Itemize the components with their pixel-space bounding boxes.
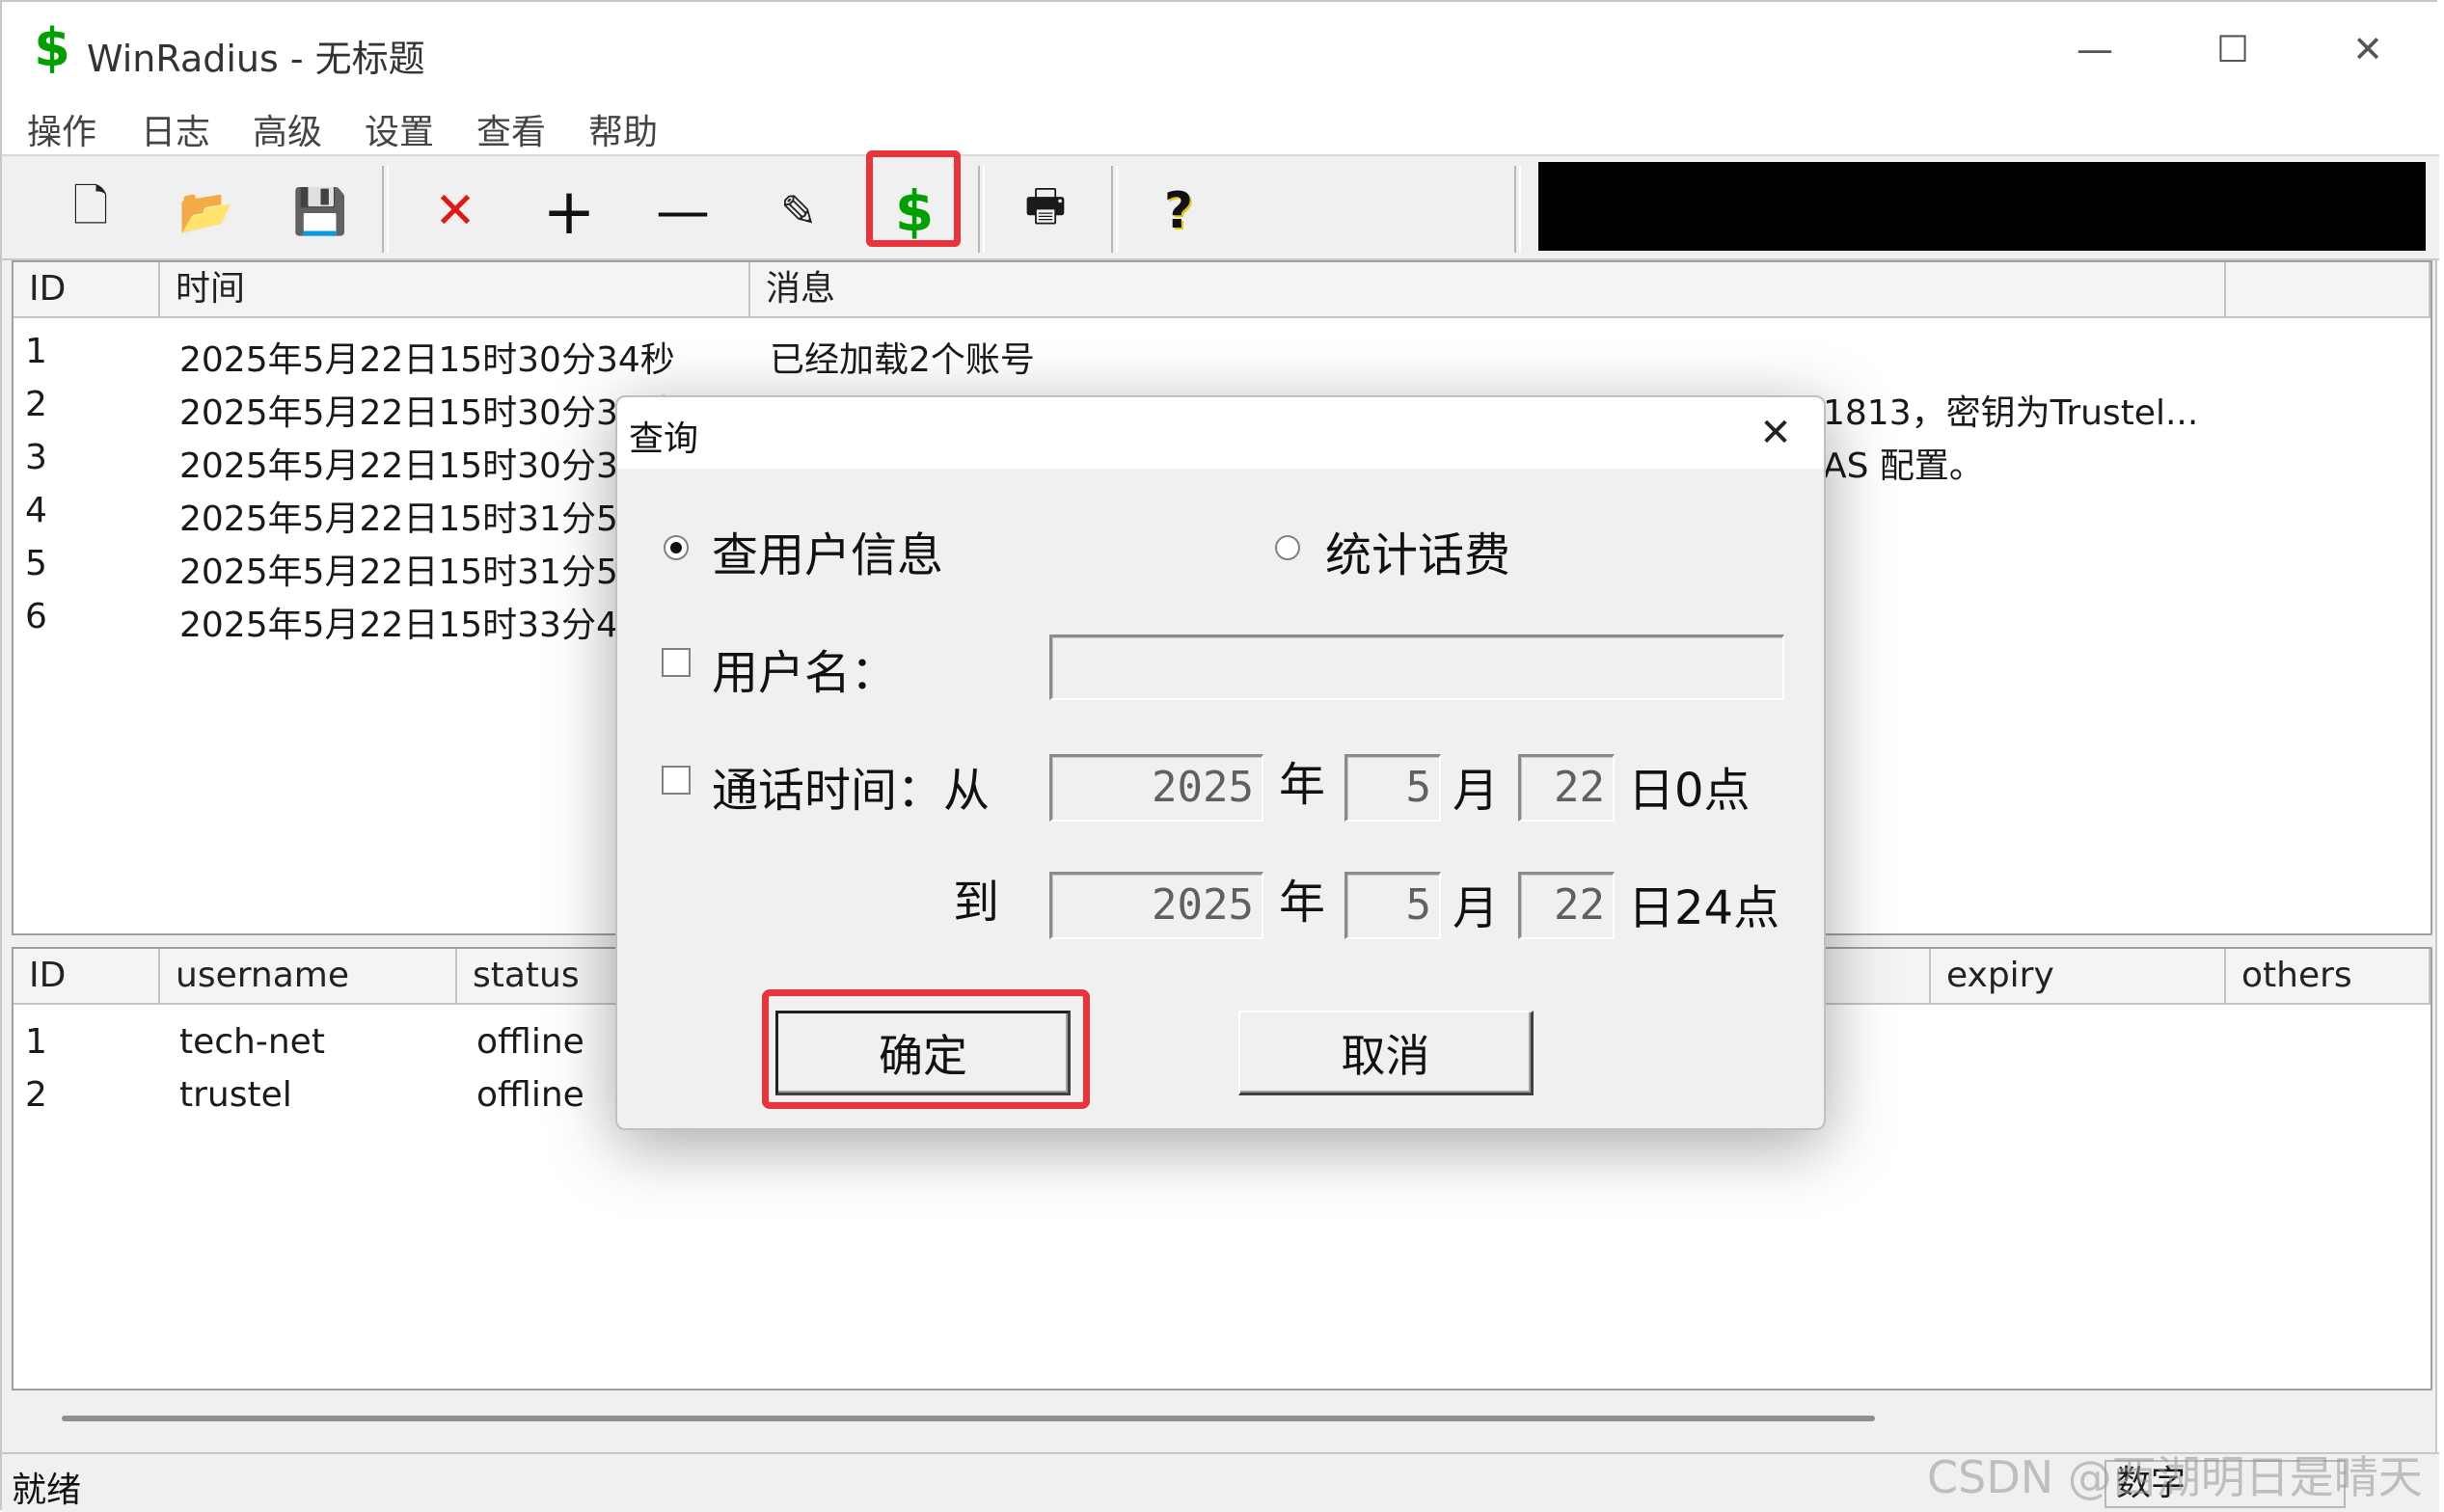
status-text: 就绪 bbox=[12, 1471, 82, 1510]
to-day-input[interactable]: 22 bbox=[1518, 872, 1615, 939]
radio-user-info[interactable] bbox=[664, 535, 689, 560]
log-row-id: 1 bbox=[25, 332, 47, 371]
log-row-id: 5 bbox=[25, 544, 47, 583]
user-header-username[interactable]: username bbox=[160, 949, 457, 1005]
user-header-id[interactable]: ID bbox=[14, 949, 160, 1005]
username-checkbox[interactable] bbox=[662, 648, 691, 677]
horizontal-scrollbar[interactable] bbox=[62, 1416, 1875, 1421]
log-header-message[interactable]: 消息 bbox=[750, 262, 2226, 318]
user-row-status: offline bbox=[476, 1022, 584, 1062]
help-question-icon[interactable]: ? bbox=[1140, 177, 1217, 245]
call-time-checkbox[interactable] bbox=[662, 766, 691, 795]
cancel-button[interactable]: 取消 bbox=[1238, 1011, 1534, 1095]
user-row-status: offline bbox=[476, 1075, 584, 1115]
open-folder-icon[interactable]: 📂 bbox=[168, 177, 245, 245]
toolbar-separator bbox=[1111, 166, 1118, 253]
add-plus-icon[interactable]: + bbox=[530, 175, 608, 249]
toolbar-separator bbox=[1514, 166, 1521, 253]
log-row-time: 2025年5月22日15时31分59 bbox=[179, 500, 640, 539]
to-year-input[interactable]: 2025 bbox=[1049, 872, 1263, 939]
maximize-button[interactable]: ☐ bbox=[2189, 19, 2276, 79]
user-row-id: 1 bbox=[25, 1022, 47, 1062]
radio-stats[interactable] bbox=[1275, 535, 1300, 560]
from-year-input[interactable]: 2025 bbox=[1049, 754, 1263, 822]
dialog-close-button[interactable]: ✕ bbox=[1744, 405, 1807, 461]
edit-note-icon[interactable]: ✎ bbox=[760, 177, 837, 245]
month-unit-label: 月 bbox=[1453, 764, 1500, 818]
menu-bar: 操作 日志 高级 设置 查看 帮助 bbox=[2, 100, 2439, 154]
csdn-watermark: CSDN @西湖明日是晴天 bbox=[1927, 1451, 2423, 1503]
from-day-input[interactable]: 22 bbox=[1518, 754, 1615, 822]
radio-user-info-label[interactable]: 查用户信息 bbox=[712, 517, 943, 584]
log-row-message: 1813，密钥为Trustel... bbox=[1823, 393, 2199, 433]
user-row-username: tech-net bbox=[179, 1022, 325, 1062]
username-input[interactable] bbox=[1049, 634, 1784, 700]
log-row-time: 2025年5月22日15时30分34秒 bbox=[179, 393, 675, 433]
menu-view[interactable]: 查看 bbox=[469, 104, 554, 154]
user-header-expiry[interactable]: expiry bbox=[1931, 949, 2226, 1005]
log-header-time[interactable]: 时间 bbox=[160, 262, 750, 318]
ok-highlight-box bbox=[762, 989, 1090, 1109]
year-unit-label: 年 bbox=[1279, 876, 1326, 930]
new-file-icon[interactable]: 🗋 bbox=[52, 177, 129, 245]
delete-x-icon[interactable]: ✕ bbox=[417, 177, 494, 245]
log-row-time: 2025年5月22日15时30分34 bbox=[179, 446, 640, 486]
user-row-id: 2 bbox=[25, 1075, 47, 1115]
radio-stats-label[interactable]: 统计话费 bbox=[1325, 517, 1510, 584]
toolbar-separator bbox=[382, 166, 389, 253]
toolbar-separator bbox=[978, 166, 985, 253]
dialog-title: 查询 bbox=[629, 419, 699, 459]
to-hour-label: 日24点 bbox=[1628, 881, 1780, 935]
window-title: WinRadius - 无标题 bbox=[87, 38, 425, 80]
log-row-time: 2025年5月22日15时30分34秒 bbox=[179, 340, 675, 380]
log-row-time: 2025年5月22日15时33分45 bbox=[179, 606, 640, 645]
user-row-username: trustel bbox=[179, 1075, 292, 1115]
log-header-spare bbox=[2226, 262, 2430, 318]
toolbar-highlight-box bbox=[866, 150, 961, 247]
from-month-input[interactable]: 5 bbox=[1344, 754, 1441, 822]
log-header-id[interactable]: ID bbox=[14, 262, 160, 318]
log-row-id: 2 bbox=[25, 385, 47, 424]
year-unit-label: 年 bbox=[1279, 758, 1326, 812]
title-bar: $ WinRadius - 无标题 — ☐ ✕ bbox=[2, 2, 2439, 100]
log-row-id: 3 bbox=[25, 438, 47, 477]
call-time-label: 通话时间：从 bbox=[712, 764, 991, 818]
minimize-button[interactable]: — bbox=[2051, 19, 2138, 79]
dollar-app-icon: $ bbox=[34, 17, 70, 78]
radio-selected-dot bbox=[670, 542, 682, 554]
toolbar-black-panel bbox=[1538, 162, 2426, 251]
user-header-others[interactable]: others bbox=[2226, 949, 2430, 1005]
log-row-id: 6 bbox=[25, 597, 47, 636]
menu-operate[interactable]: 操作 bbox=[19, 104, 104, 154]
from-hour-label: 日0点 bbox=[1628, 764, 1751, 818]
log-row-id: 4 bbox=[25, 491, 47, 530]
to-label: 到 bbox=[953, 876, 1000, 930]
log-row-time: 2025年5月22日15时31分59 bbox=[179, 553, 640, 592]
close-button[interactable]: ✕ bbox=[2324, 19, 2411, 79]
log-row-message: AS 配置。 bbox=[1823, 446, 1984, 486]
save-disk-icon[interactable]: 💾 bbox=[282, 177, 359, 245]
to-month-input[interactable]: 5 bbox=[1344, 872, 1441, 939]
username-label: 用户名： bbox=[712, 646, 898, 700]
menu-log[interactable]: 日志 bbox=[133, 104, 218, 154]
log-row-message: 已经加载2个账号 bbox=[770, 340, 1035, 380]
month-unit-label: 月 bbox=[1453, 881, 1500, 935]
menu-advanced[interactable]: 高级 bbox=[245, 104, 330, 154]
remove-minus-icon[interactable]: — bbox=[644, 177, 721, 245]
dialog-title-bar: 查询 ✕ bbox=[617, 397, 1824, 469]
menu-settings[interactable]: 设置 bbox=[357, 104, 442, 154]
printer-icon[interactable]: 🖶 bbox=[1007, 177, 1084, 245]
menu-help[interactable]: 帮助 bbox=[581, 104, 665, 154]
